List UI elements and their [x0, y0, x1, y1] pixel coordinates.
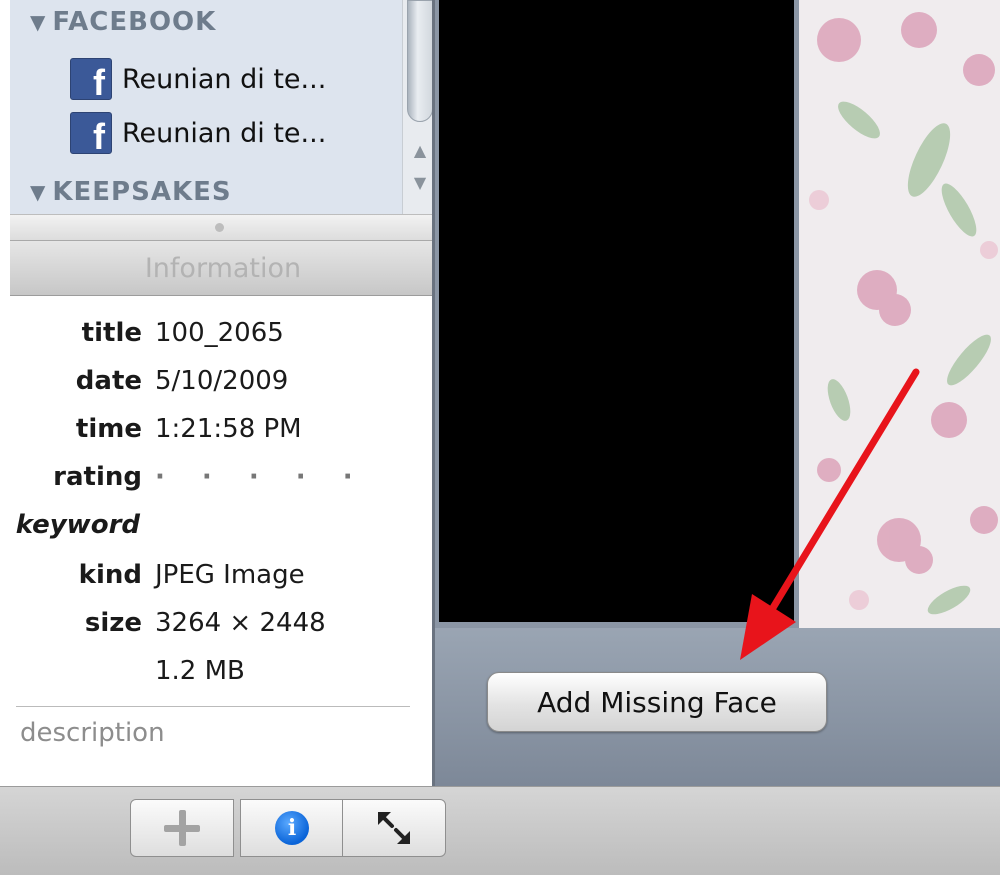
section-header-facebook[interactable]: ▼ FACEBOOK: [30, 2, 216, 42]
info-row-title: title 100_2065: [0, 310, 432, 358]
info-row-kind: kind JPEG Image: [0, 552, 432, 600]
add-button[interactable]: [130, 799, 234, 857]
disclosure-triangle-icon[interactable]: ▼: [30, 10, 46, 34]
info-value-kind: JPEG Image: [155, 560, 305, 590]
photo-black-area: [439, 0, 794, 622]
bottom-toolbar: i: [0, 786, 1000, 875]
fullscreen-button[interactable]: [342, 799, 446, 857]
info-key: keyword: [15, 510, 140, 540]
expand-arrows-icon: [378, 812, 410, 844]
description-divider: [16, 706, 410, 707]
info-key: title: [81, 318, 142, 348]
info-icon: i: [275, 811, 309, 845]
info-value-filesize: 1.2 MB: [155, 656, 245, 686]
source-list: ▼ FACEBOOK f Reunian di te... f Reunian …: [10, 0, 402, 214]
rating-stars[interactable]: · · · · ·: [155, 462, 367, 492]
info-key: kind: [78, 560, 142, 590]
source-item-facebook-album-2[interactable]: f Reunian di te...: [70, 110, 326, 156]
splitter-grip-icon[interactable]: [215, 223, 224, 232]
info-row-filesize: 1.2 MB: [0, 648, 432, 696]
info-row-rating: rating · · · · ·: [0, 454, 432, 502]
source-item-facebook-album-1[interactable]: f Reunian di te...: [70, 56, 326, 102]
info-key: time: [75, 414, 142, 444]
plus-icon: [164, 810, 200, 846]
scroll-down-arrow-icon[interactable]: ▼: [407, 168, 433, 198]
info-row-date: date 5/10/2009: [0, 358, 432, 406]
info-key: rating: [53, 462, 142, 492]
disclosure-triangle-icon[interactable]: ▼: [30, 180, 46, 204]
info-key: date: [75, 366, 142, 396]
add-missing-face-button[interactable]: Add Missing Face: [487, 672, 827, 732]
info-value-title[interactable]: 100_2065: [155, 318, 284, 348]
information-panel: title 100_2065 date 5/10/2009 time 1:21:…: [0, 296, 432, 770]
information-header[interactable]: Information: [10, 240, 436, 296]
section-label-facebook: FACEBOOK: [52, 7, 217, 37]
floral-pattern: [799, 0, 1000, 628]
section-header-keepsakes[interactable]: ▼ KEEPSAKES: [30, 172, 232, 212]
pane-splitter[interactable]: [10, 214, 436, 241]
scroll-up-arrow-icon[interactable]: ▲: [407, 136, 433, 166]
facebook-icon: f: [70, 112, 112, 155]
album-label: Reunian di te...: [122, 117, 327, 149]
info-key: size: [84, 608, 142, 638]
scrollbar-thumb[interactable]: [407, 0, 433, 122]
info-button[interactable]: i: [240, 799, 344, 857]
info-value-dimensions: 3264 × 2448: [155, 608, 326, 638]
info-row-size: size 3264 × 2448: [0, 600, 432, 648]
photo-viewer: Add Missing Face: [432, 0, 1000, 786]
info-row-time: time 1:21:58 PM: [0, 406, 432, 454]
photo-floral: [799, 0, 1000, 628]
section-label-keepsakes: KEEPSAKES: [52, 177, 232, 207]
album-label: Reunian di te...: [122, 63, 327, 95]
info-value-time[interactable]: 1:21:58 PM: [155, 414, 302, 444]
info-value-date[interactable]: 5/10/2009: [155, 366, 288, 396]
description-field[interactable]: description: [20, 718, 165, 748]
info-row-keyword: keyword: [0, 502, 432, 550]
facebook-icon: f: [70, 58, 112, 101]
